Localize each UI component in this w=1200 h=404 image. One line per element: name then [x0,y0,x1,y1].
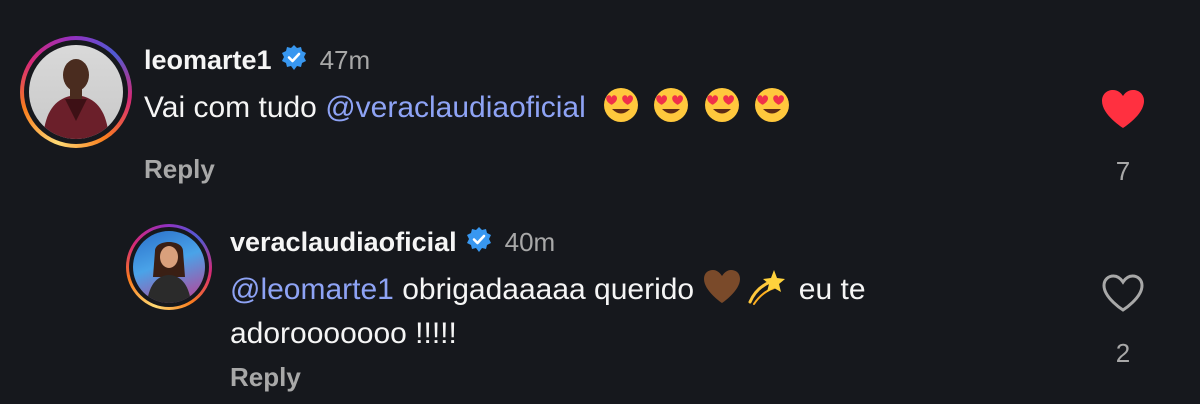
reply-button[interactable]: Reply [230,362,301,393]
heart-eyes-emoji-icon [604,88,639,122]
brown-heart-emoji-icon [704,270,741,303]
comments-thread: leomarte1 47m Vai com tudo @veraclaudiao… [0,0,1200,404]
heart-outline-icon [1102,274,1144,312]
heart-eyes-emoji-icon [654,88,689,122]
comment-text-line: adorooooooo !!!!! [230,317,457,350]
like-count: 7 [1115,156,1131,186]
username[interactable]: veraclaudiaoficial [230,227,457,258]
dizzy-emoji-icon [748,270,786,305]
username[interactable]: leomarte1 [144,45,272,76]
comment-header: veraclaudiaoficial 40m [230,226,555,259]
comment-header: leomarte1 47m [144,44,370,77]
avatar-photo [29,45,123,139]
verified-badge-icon [280,44,308,77]
avatar[interactable] [20,36,132,148]
timestamp: 47m [319,45,371,75]
comment-text: Vai com tudo @veraclaudiaoficial [144,86,795,130]
mention-link[interactable]: @leomarte1 [230,273,394,306]
like-count: 2 [1115,338,1131,368]
comment-text-line: @leomarte1 obrigadaaaaa querido eu te [230,268,866,312]
like-button[interactable] [1100,88,1146,135]
reply-button[interactable]: Reply [144,154,215,185]
avatar-photo [133,231,205,303]
heart-eyes-emoji-icon [755,88,790,122]
heart-filled-icon [1102,90,1144,128]
heart-eyes-emoji-icon [704,88,739,122]
comment-text: @leomarte1 obrigadaaaaa querido eu te ad… [230,268,866,356]
mention-link[interactable]: @veraclaudiaoficial [325,91,586,124]
avatar[interactable] [126,224,212,310]
like-button[interactable] [1100,272,1146,319]
timestamp: 40m [504,227,556,257]
verified-badge-icon [465,226,493,259]
